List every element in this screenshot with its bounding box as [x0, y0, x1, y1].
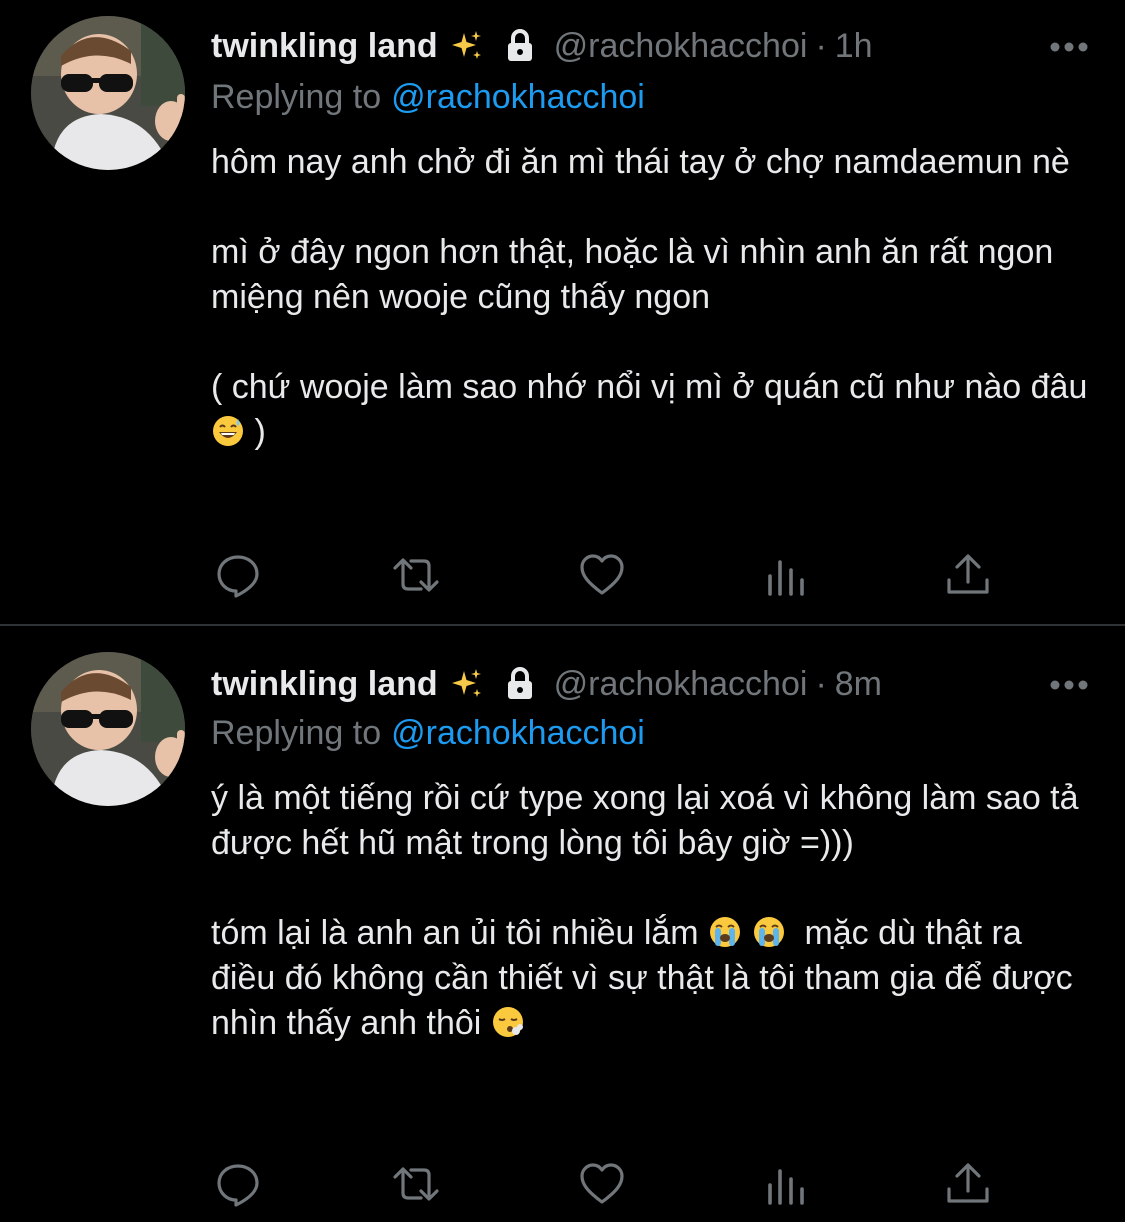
more-dots-icon[interactable] [1049, 40, 1089, 52]
avatar[interactable] [31, 16, 185, 170]
replying-to: Replying to @rachokhacchoi [211, 714, 645, 753]
reply-icon[interactable] [213, 550, 263, 600]
grinning-sweat-emoji-icon [211, 414, 245, 448]
timestamp[interactable]: 1h [835, 27, 873, 66]
replying-handle[interactable]: @rachokhacchoi [391, 78, 645, 116]
tweet-text-span: ( chứ wooje làm sao nhớ nổi vị mì ở quán… [211, 368, 1088, 406]
sparkles-icon [450, 667, 484, 701]
display-name[interactable]: twinkling land [211, 665, 438, 704]
tweet-header: twinkling land @rachokhacchoi · 1h [211, 24, 873, 68]
retweet-icon[interactable] [391, 1159, 441, 1209]
tweet-text-span: tóm lại là anh an ủi tôi nhiều lắm [211, 914, 699, 952]
display-name[interactable]: twinkling land [211, 27, 438, 66]
separator: · [815, 664, 827, 703]
exhaling-face-emoji-icon [491, 1005, 525, 1039]
share-upload-icon[interactable] [943, 550, 993, 600]
lock-icon [502, 28, 538, 64]
tweet-text-span: ) [254, 413, 266, 451]
tweet-paragraph: tóm lại là anh an ủi tôi nhiều lắm mặc d… [211, 911, 1091, 1046]
tweet-header: twinkling land @rachokhacchoi · 8m [211, 662, 882, 706]
replying-label: Replying to [211, 78, 382, 116]
separator: · [815, 26, 827, 65]
tweet-1[interactable]: twinkling land @rachokhacchoi · 1h Reply… [0, 0, 1125, 624]
crying-emoji-icon [752, 915, 786, 949]
tweet-2[interactable]: twinkling land @rachokhacchoi · 8m Reply… [0, 626, 1125, 1222]
avatar[interactable] [31, 652, 185, 806]
tweet-paragraph: hôm nay anh chở đi ăn mì thái tay ở chợ … [211, 143, 1070, 181]
tweet-actions [211, 550, 1011, 600]
tweet-paragraph: mì ở đây ngon hơn thật, hoặc là vì nhìn … [211, 233, 1054, 316]
lock-icon [502, 666, 538, 702]
sparkles-icon [450, 29, 484, 63]
replying-handle[interactable]: @rachokhacchoi [391, 714, 645, 752]
views-bar-chart-icon[interactable] [761, 1159, 811, 1209]
timestamp[interactable]: 8m [835, 665, 882, 704]
replying-to: Replying to @rachokhacchoi [211, 78, 645, 117]
reply-icon[interactable] [213, 1159, 263, 1209]
tweet-actions [211, 1159, 1011, 1209]
crying-emoji-icon [708, 915, 742, 949]
tweet-paragraph: ý là một tiếng rồi cứ type xong lại xoá … [211, 779, 1079, 862]
share-upload-icon[interactable] [943, 1159, 993, 1209]
retweet-icon[interactable] [391, 550, 441, 600]
heart-icon[interactable] [577, 550, 627, 600]
tweet-text: ý là một tiếng rồi cứ type xong lại xoá … [211, 776, 1091, 1046]
tweet-paragraph: ( chứ wooje làm sao nhớ nổi vị mì ở quán… [211, 365, 1091, 455]
views-bar-chart-icon[interactable] [761, 550, 811, 600]
handle[interactable]: @rachokhacchoi [554, 665, 808, 704]
replying-label: Replying to [211, 714, 382, 752]
tweet-text: hôm nay anh chở đi ăn mì thái tay ở chợ … [211, 140, 1091, 455]
handle[interactable]: @rachokhacchoi [554, 27, 808, 66]
more-dots-icon[interactable] [1049, 678, 1089, 690]
heart-icon[interactable] [577, 1159, 627, 1209]
